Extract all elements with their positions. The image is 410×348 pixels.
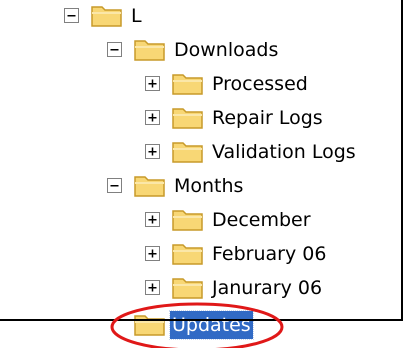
folder-icon — [172, 278, 203, 299]
folder-tree-panel: L Downloads Processed Repair Logs Valida… — [0, 0, 410, 348]
expand-plus-icon[interactable] — [145, 76, 160, 91]
panel-border-right — [401, 0, 403, 321]
folder-icon — [172, 108, 203, 129]
folder-icon — [172, 244, 203, 265]
collapse-minus-icon[interactable] — [107, 42, 122, 57]
folder-icon — [91, 6, 122, 27]
tree-item-february-06[interactable]: February 06 — [0, 238, 400, 272]
expand-plus-icon[interactable] — [145, 110, 160, 125]
tree-item-december[interactable]: December — [0, 204, 400, 238]
tree-item-label: February 06 — [212, 243, 327, 265]
tree-item-l[interactable]: L — [0, 0, 400, 34]
tree-item-downloads[interactable]: Downloads — [0, 34, 400, 68]
tree-item-janurary-06[interactable]: Janurary 06 — [0, 272, 400, 306]
tree-item-label: L — [131, 5, 142, 27]
panel-border-bottom — [0, 319, 403, 321]
expand-plus-icon[interactable] — [145, 212, 160, 227]
folder-icon — [134, 315, 165, 336]
tree-item-label: December — [212, 209, 311, 231]
tree-item-months[interactable]: Months — [0, 170, 400, 204]
folder-icon — [172, 210, 203, 231]
tree-item-label: Janurary 06 — [212, 277, 323, 299]
tree-item-repair-logs[interactable]: Repair Logs — [0, 102, 400, 136]
tree-item-label: Validation Logs — [212, 141, 356, 163]
collapse-minus-icon[interactable] — [107, 178, 122, 193]
tree-item-label: Repair Logs — [212, 107, 323, 129]
tree-item-validation-logs[interactable]: Validation Logs — [0, 136, 400, 170]
tree-item-label: Months — [174, 175, 244, 197]
expand-plus-icon[interactable] — [145, 246, 160, 261]
tree-item-updates[interactable]: Updates — [0, 309, 400, 343]
tree-item-label-selected: Updates — [169, 310, 254, 340]
collapse-minus-icon[interactable] — [64, 8, 79, 23]
expand-plus-icon[interactable] — [145, 144, 160, 159]
folder-icon — [134, 40, 165, 61]
tree-item-processed[interactable]: Processed — [0, 68, 400, 102]
folder-icon — [172, 74, 203, 95]
tree-item-label: Processed — [212, 73, 308, 95]
expand-plus-icon[interactable] — [145, 280, 160, 295]
folder-icon — [172, 142, 203, 163]
folder-icon — [134, 176, 165, 197]
tree-item-label: Downloads — [174, 39, 279, 61]
